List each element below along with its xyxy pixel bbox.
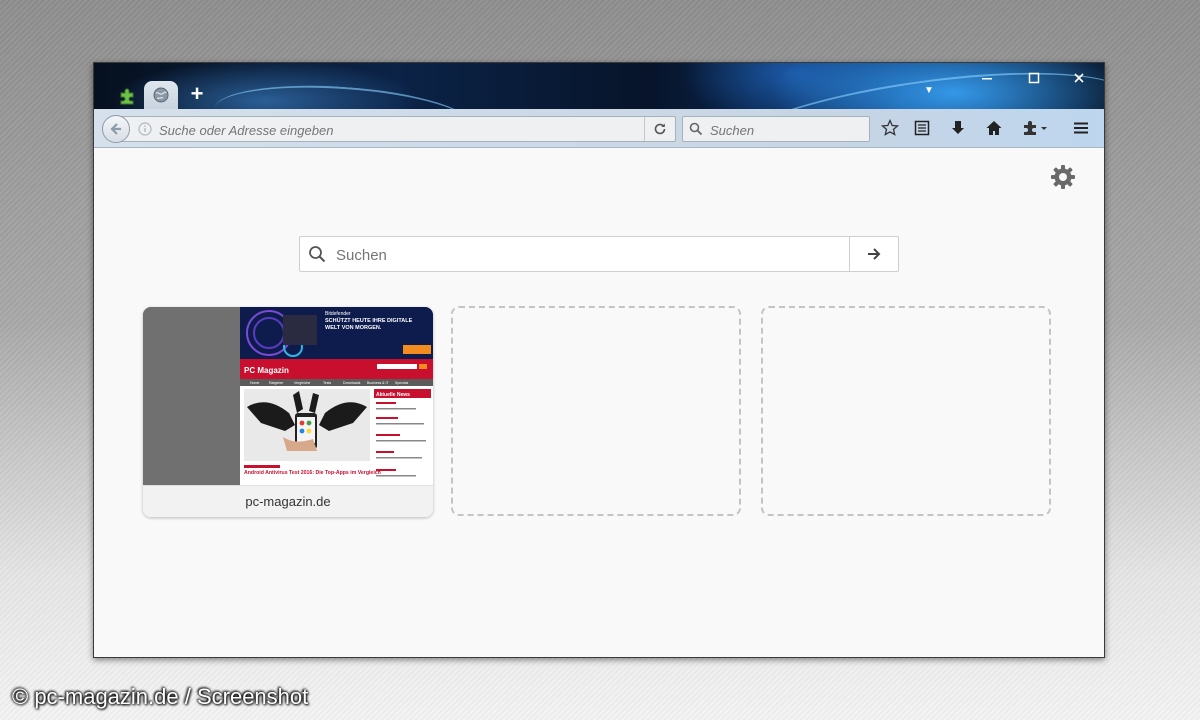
newtab-search-go-button[interactable] <box>849 237 898 271</box>
site-nav-item: Home <box>250 381 259 385</box>
home-button[interactable] <box>982 117 1006 139</box>
list-all-tabs-button[interactable]: ▼ <box>924 85 934 96</box>
tile-caption: pc-magazin.de <box>143 485 433 517</box>
addon-icon <box>1024 121 1047 135</box>
globe-icon <box>153 87 169 103</box>
puzzle-icon <box>120 88 134 105</box>
minimize-icon <box>982 78 992 80</box>
url-input[interactable] <box>157 120 631 140</box>
title-bar: + ▼ <box>94 63 1104 109</box>
addon-button[interactable] <box>1018 117 1052 139</box>
tab-extension[interactable] <box>116 85 140 107</box>
downloads-button[interactable] <box>946 117 970 139</box>
copyright-watermark: © pc-magazin.de / Screenshot <box>12 684 309 709</box>
site-nav-item: Vergleiche <box>294 381 310 385</box>
search-icon <box>689 122 703 136</box>
toolbar-search-input[interactable] <box>708 120 862 140</box>
home-icon <box>986 121 1002 135</box>
url-bar[interactable] <box>120 116 676 142</box>
search-icon <box>309 246 326 263</box>
toolbar-search-bar[interactable] <box>682 116 870 142</box>
arrow-left-icon <box>110 123 121 135</box>
tab-new-tab[interactable] <box>144 81 178 109</box>
close-button[interactable] <box>1064 69 1094 87</box>
download-icon <box>952 121 964 134</box>
bookmark-star-button[interactable] <box>878 117 902 139</box>
article-title: Android Antivirus Test 2016: Die Top-App… <box>244 470 381 476</box>
site-nav-item: Business & IT <box>367 381 389 385</box>
menu-icon <box>1074 122 1088 134</box>
reload-icon <box>654 123 666 135</box>
chevron-down-icon: ▼ <box>924 85 934 96</box>
tile-thumbnail: Bitdefender SCHÜTZT HEUTE IHRE DIGITALE … <box>143 307 433 485</box>
gear-icon[interactable] <box>1050 164 1076 190</box>
ad-brand: Bitdefender <box>325 311 351 317</box>
empty-tile-placeholder <box>451 306 741 516</box>
site-nav-item: Specials <box>395 381 408 385</box>
site-nav-item: Tests <box>323 381 331 385</box>
menu-button[interactable] <box>1069 117 1093 139</box>
new-tab-button[interactable]: + <box>186 83 208 105</box>
close-icon <box>1074 73 1084 83</box>
site-title: PC Magazin <box>244 366 289 375</box>
ad-headline-2: WELT VON MORGEN. <box>325 325 382 331</box>
theme-swoosh <box>212 78 476 109</box>
site-preview-image: Bitdefender SCHÜTZT HEUTE IHRE DIGITALE … <box>143 307 433 485</box>
sidebar-title: Aktuelle News <box>376 392 410 398</box>
minimize-button[interactable] <box>972 69 1002 87</box>
back-button[interactable] <box>102 115 130 143</box>
maximize-button[interactable] <box>1019 69 1049 87</box>
top-site-tile[interactable]: Bitdefender SCHÜTZT HEUTE IHRE DIGITALE … <box>143 307 433 517</box>
empty-tile-placeholder <box>761 306 1051 516</box>
info-icon[interactable] <box>138 122 152 136</box>
navigation-toolbar <box>94 109 1104 148</box>
reload-button[interactable] <box>644 117 675 141</box>
site-nav-item: Ratgeber <box>269 381 284 385</box>
ad-headline-1: SCHÜTZT HEUTE IHRE DIGITALE <box>325 317 413 324</box>
newtab-search-box[interactable] <box>299 236 899 272</box>
browser-window: + ▼ Suche oder Adresse eingeben Suchen S… <box>93 62 1105 658</box>
bookmarks-menu-button[interactable] <box>910 117 934 139</box>
arrow-right-icon <box>868 248 881 260</box>
new-tab-page: Bitdefender SCHÜTZT HEUTE IHRE DIGITALE … <box>94 148 1104 657</box>
star-icon <box>881 119 899 136</box>
site-nav-item: Downloads <box>343 381 361 385</box>
maximize-icon <box>1028 72 1040 84</box>
newtab-search-input[interactable] <box>334 244 838 266</box>
reading-list-icon <box>914 120 930 136</box>
